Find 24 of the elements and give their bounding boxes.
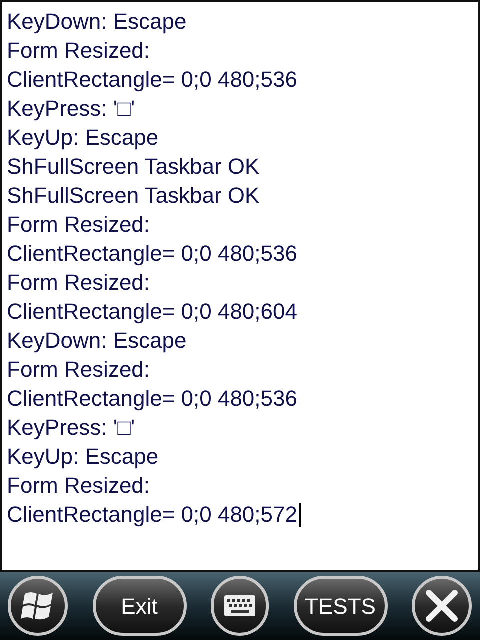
log-line: Form Resized: — [7, 356, 150, 384]
log-line: KeyPress: '□' — [7, 414, 136, 442]
log-line: KeyPress: '□' — [7, 95, 136, 123]
log-line: ShFullScreen Taskbar OK — [7, 153, 260, 181]
log-line: ClientRectangle= 0;0 480;536 — [7, 385, 298, 413]
keyboard-icon — [224, 595, 256, 617]
log-line: Form Resized: — [7, 211, 150, 239]
log-line: ShFullScreen Taskbar OK — [7, 182, 260, 210]
log-line: KeyDown: Escape — [7, 327, 187, 355]
windows-flag-icon — [21, 590, 55, 622]
log-line: KeyUp: Escape — [7, 443, 159, 471]
log-line: ClientRectangle= 0;0 480;572 — [7, 501, 298, 529]
log-line: Form Resized: — [7, 37, 150, 65]
taskbar-button[interactable]: Exit — [92, 576, 186, 636]
close-icon — [426, 590, 458, 622]
log-line: ClientRectangle= 0;0 480;536 — [7, 66, 298, 94]
log-line: KeyUp: Escape — [7, 124, 159, 152]
log-text-area[interactable] — [0, 0, 480, 572]
log-line: Form Resized: — [7, 472, 150, 500]
log-line: Form Resized: — [7, 269, 150, 297]
taskbar-button[interactable]: TESTS — [294, 576, 388, 636]
log-line: ClientRectangle= 0;0 480;536 — [7, 240, 298, 268]
log-line: ClientRectangle= 0;0 480;604 — [7, 298, 298, 326]
log-line: KeyDown: Escape — [7, 8, 187, 36]
